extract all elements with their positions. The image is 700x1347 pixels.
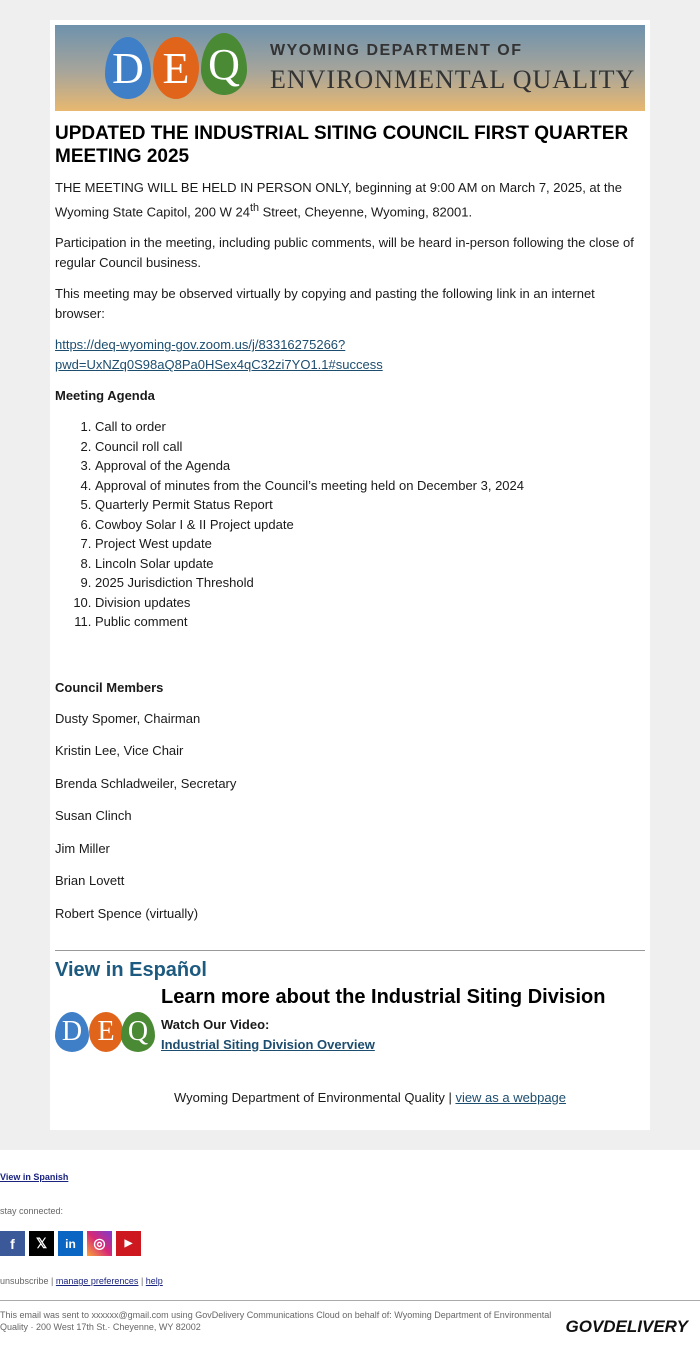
webpage-link[interactable]: view as a webpage bbox=[455, 1090, 566, 1105]
member-item: Susan Clinch bbox=[55, 808, 132, 824]
page-title: UPDATED THE INDUSTRIAL SITING COUNCIL FI… bbox=[55, 123, 629, 167]
social-links: f 𝕏 in ◎ ▶ bbox=[0, 1231, 700, 1256]
email-card: D E Q WYOMING DEPARTMENT OF ENVIRONMENTA… bbox=[50, 20, 650, 1130]
member-item: Brian Lovett bbox=[55, 873, 125, 889]
govdelivery-logo: GOVDELIVERY bbox=[565, 1317, 689, 1336]
agenda-title: Meeting Agenda bbox=[55, 388, 155, 404]
logo-e: E bbox=[153, 37, 199, 99]
meeting-info-b: Street, Cheyenne, Wyoming, 82001. bbox=[259, 204, 473, 220]
sep: | bbox=[48, 1276, 56, 1286]
x-icon[interactable]: 𝕏 bbox=[29, 1231, 54, 1256]
agenda-item: Public comment bbox=[95, 612, 645, 632]
logo-q: Q bbox=[121, 1011, 155, 1052]
unsubscribe-link[interactable]: unsubscribe bbox=[0, 1276, 49, 1286]
agenda-item: Quarterly Permit Status Report bbox=[95, 495, 645, 515]
agenda-item: Project West update bbox=[95, 534, 645, 554]
view-spanish-link[interactable]: View in Spanish bbox=[0, 1172, 68, 1182]
observe-text: This meeting may be observed virtually b… bbox=[55, 286, 595, 322]
deq-logo: D E Q bbox=[55, 1010, 161, 1080]
logo-q: Q bbox=[201, 33, 247, 95]
sup: th bbox=[249, 202, 260, 214]
agenda-item: Approval of the Agenda bbox=[95, 456, 645, 476]
instagram-icon[interactable]: ◎ bbox=[87, 1231, 112, 1256]
learn-more-section: D E Q Learn more about the Industrial Si… bbox=[55, 986, 645, 1080]
sep: | bbox=[444, 1089, 456, 1105]
banner-line1: WYOMING DEPARTMENT OF bbox=[270, 42, 523, 59]
footer: View in Spanish stay connected: f 𝕏 in ◎… bbox=[0, 1172, 700, 1337]
agenda-item: Lincoln Solar update bbox=[95, 554, 645, 574]
agenda-item: Cowboy Solar I & II Project update bbox=[95, 515, 645, 535]
video-link[interactable]: Industrial Siting Division Overview bbox=[161, 1037, 375, 1052]
manage-preferences-link[interactable]: manage preferences bbox=[56, 1276, 139, 1286]
participation-text: Participation in the meeting, including … bbox=[55, 235, 634, 271]
member-item: Kristin Lee, Vice Chair bbox=[55, 743, 184, 759]
deq-banner: D E Q WYOMING DEPARTMENT OF ENVIRONMENTA… bbox=[55, 25, 645, 111]
linkedin-icon[interactable]: in bbox=[58, 1231, 83, 1256]
zoom-link-para: https://deq-wyoming-gov.zoom.us/j/833162… bbox=[55, 335, 645, 375]
members-title: Council Members bbox=[55, 679, 164, 695]
sep: | bbox=[138, 1276, 146, 1286]
footer-legal: This email was sent to xxxxxx@gmail.com … bbox=[0, 1300, 700, 1337]
sent-notice: This email was sent to xxxxxx@gmail.com … bbox=[0, 1310, 552, 1332]
member-item: Jim Miller bbox=[55, 840, 110, 856]
agenda-item: Approval of minutes from the Council’s m… bbox=[95, 476, 645, 496]
logo-e: E bbox=[89, 1011, 123, 1052]
youtube-icon[interactable]: ▶ bbox=[116, 1231, 141, 1256]
member-item: Robert Spence (virtually) bbox=[55, 905, 199, 921]
agenda-list: Call to orderCouncil roll callApproval o… bbox=[55, 417, 645, 632]
member-item: Dusty Spomer, Chairman bbox=[55, 710, 201, 726]
logo-d: D bbox=[105, 37, 151, 99]
banner-line2: ENVIRONMENTAL QUALITY bbox=[270, 65, 636, 94]
email-background: D E Q WYOMING DEPARTMENT OF ENVIRONMENTA… bbox=[0, 0, 700, 1150]
help-link[interactable]: help bbox=[146, 1276, 163, 1286]
org-name: Wyoming Department of Environmental Qual… bbox=[173, 1089, 445, 1105]
agenda-item: Council roll call bbox=[95, 437, 645, 457]
facebook-icon[interactable]: f bbox=[0, 1231, 25, 1256]
stay-connected: stay connected: bbox=[0, 1206, 64, 1216]
learn-title: Learn more about the Industrial Siting D… bbox=[161, 985, 606, 1008]
meeting-info: THE MEETING WILL BE HELD IN PERSON ONLY,… bbox=[55, 178, 645, 222]
watch-label: Watch Our Video: bbox=[161, 1016, 270, 1032]
zoom-link[interactable]: https://deq-wyoming-gov.zoom.us/j/833162… bbox=[55, 337, 383, 372]
members-list: Dusty Spomer, Chairman Kristin Lee, Vice … bbox=[55, 709, 645, 924]
divider bbox=[55, 949, 645, 951]
agenda-item: Call to order bbox=[95, 417, 645, 437]
logo-d: D bbox=[55, 1011, 89, 1052]
agenda-item: 2025 Jurisdiction Threshold bbox=[95, 573, 645, 593]
agenda-item: Division updates bbox=[95, 593, 645, 613]
member-item: Brenda Schladweiler, Secretary bbox=[55, 775, 237, 791]
signature: Wyoming Department of Environmental Qual… bbox=[55, 1090, 645, 1105]
view-espanol-link[interactable]: View in Español bbox=[55, 959, 645, 982]
